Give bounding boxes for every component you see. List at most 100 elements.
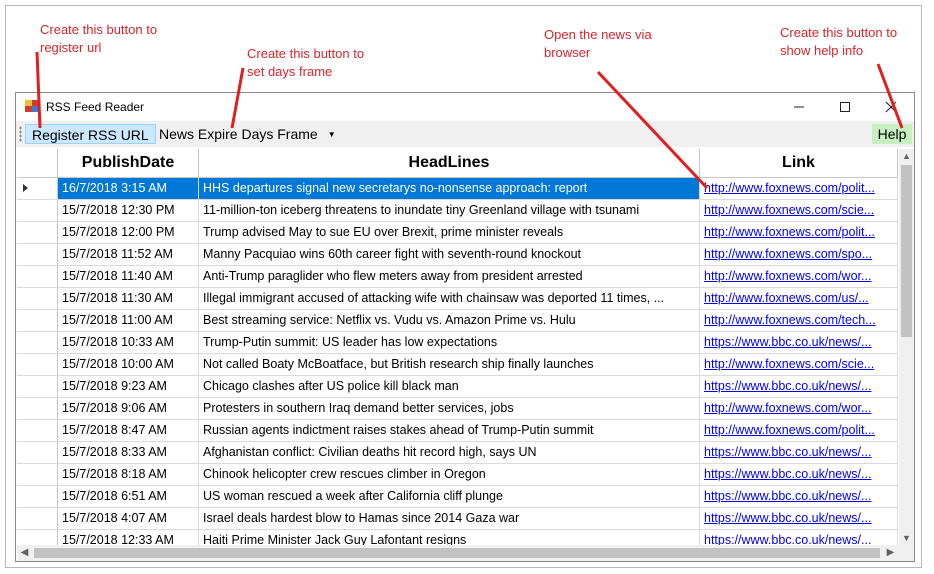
cell-publishdate[interactable]: 15/7/2018 9:23 AM bbox=[58, 376, 199, 397]
cell-publishdate[interactable]: 15/7/2018 8:47 AM bbox=[58, 420, 199, 441]
news-link[interactable]: https://www.bbc.co.uk/news/... bbox=[704, 379, 871, 393]
table-row[interactable]: 15/7/2018 9:06 AM Protesters in southern … bbox=[17, 398, 898, 420]
toolstrip-grip[interactable] bbox=[19, 126, 22, 142]
news-link[interactable]: http://www.foxnews.com/wor... bbox=[704, 269, 871, 283]
row-header[interactable] bbox=[17, 332, 58, 353]
news-link[interactable]: http://www.foxnews.com/spo... bbox=[704, 247, 872, 261]
cell-publishdate[interactable]: 15/7/2018 8:18 AM bbox=[58, 464, 199, 485]
news-link[interactable]: http://www.foxnews.com/tech... bbox=[704, 313, 876, 327]
register-rss-url-button[interactable]: Register RSS URL bbox=[25, 124, 156, 144]
row-header[interactable] bbox=[17, 530, 58, 545]
cell-headline[interactable]: Illegal immigrant accused of attacking w… bbox=[199, 288, 700, 309]
row-header[interactable] bbox=[17, 442, 58, 463]
news-expire-days-dropdown[interactable]: News Expire Days Frame ▼ bbox=[155, 124, 340, 144]
table-row[interactable]: 15/7/2018 10:00 AM Not called Boaty McBoa… bbox=[17, 354, 898, 376]
cell-headline[interactable]: Chinook helicopter crew rescues climber … bbox=[199, 464, 700, 485]
news-link[interactable]: http://www.foxnews.com/wor... bbox=[704, 401, 871, 415]
row-header[interactable] bbox=[17, 310, 58, 331]
table-row[interactable]: 15/7/2018 12:00 PM Trump advised May to s… bbox=[17, 222, 898, 244]
news-link[interactable]: https://www.bbc.co.uk/news/... bbox=[704, 533, 871, 545]
cell-publishdate[interactable]: 15/7/2018 11:30 AM bbox=[58, 288, 199, 309]
table-row[interactable]: 15/7/2018 4:07 AM Israel deals hardest bl… bbox=[17, 508, 898, 530]
row-header[interactable] bbox=[17, 398, 58, 419]
vertical-scroll-thumb[interactable] bbox=[901, 165, 912, 337]
cell-headline[interactable]: Trump advised May to sue EU over Brexit,… bbox=[199, 222, 700, 243]
cell-publishdate[interactable]: 15/7/2018 12:30 PM bbox=[58, 200, 199, 221]
column-header-headlines[interactable]: HeadLines bbox=[199, 149, 700, 177]
table-row[interactable]: 15/7/2018 10:33 AM Trump-Putin summit: US… bbox=[17, 332, 898, 354]
news-grid[interactable]: PublishDate HeadLines Link 16/7/2018 3:1… bbox=[17, 149, 898, 545]
cell-publishdate[interactable]: 15/7/2018 8:33 AM bbox=[58, 442, 199, 463]
cell-publishdate[interactable]: 15/7/2018 11:52 AM bbox=[58, 244, 199, 265]
news-link[interactable]: http://www.foxnews.com/polit... bbox=[704, 181, 875, 195]
help-button[interactable]: Help bbox=[872, 124, 912, 144]
table-row[interactable]: 15/7/2018 9:23 AM Chicago clashes after U… bbox=[17, 376, 898, 398]
news-link[interactable]: https://www.bbc.co.uk/news/... bbox=[704, 335, 871, 349]
minimize-button[interactable] bbox=[776, 93, 822, 121]
cell-headline[interactable]: Protesters in southern Iraq demand bette… bbox=[199, 398, 700, 419]
row-header[interactable] bbox=[17, 420, 58, 441]
row-header[interactable] bbox=[17, 266, 58, 287]
table-row[interactable]: 15/7/2018 8:47 AM Russian agents indictme… bbox=[17, 420, 898, 442]
news-link[interactable]: http://www.foxnews.com/polit... bbox=[704, 225, 875, 239]
row-header[interactable] bbox=[17, 288, 58, 309]
table-row[interactable]: 15/7/2018 11:52 AM Manny Pacquiao wins 60… bbox=[17, 244, 898, 266]
row-header[interactable] bbox=[17, 376, 58, 397]
news-link[interactable]: http://www.foxnews.com/polit... bbox=[704, 423, 875, 437]
row-header[interactable] bbox=[17, 244, 58, 265]
horizontal-scrollbar[interactable]: ◀ ▶ bbox=[17, 545, 899, 561]
cell-headline[interactable]: Chicago clashes after US police kill bla… bbox=[199, 376, 700, 397]
row-header[interactable] bbox=[17, 354, 58, 375]
table-row[interactable]: 15/7/2018 11:40 AM Anti-Trump paraglider … bbox=[17, 266, 898, 288]
cell-publishdate[interactable]: 15/7/2018 11:40 AM bbox=[58, 266, 199, 287]
cell-publishdate[interactable]: 15/7/2018 11:00 AM bbox=[58, 310, 199, 331]
cell-headline[interactable]: US woman rescued a week after California… bbox=[199, 486, 700, 507]
cell-headline[interactable]: Afghanistan conflict: Civilian deaths hi… bbox=[199, 442, 700, 463]
close-button[interactable] bbox=[868, 93, 914, 121]
table-row[interactable]: 15/7/2018 8:18 AM Chinook helicopter crew… bbox=[17, 464, 898, 486]
cell-publishdate[interactable]: 15/7/2018 6:51 AM bbox=[58, 486, 199, 507]
cell-headline[interactable]: Trump-Putin summit: US leader has low ex… bbox=[199, 332, 700, 353]
scroll-left-icon[interactable]: ◀ bbox=[17, 545, 32, 561]
table-row[interactable]: 15/7/2018 12:30 PM 11-million-ton iceberg… bbox=[17, 200, 898, 222]
row-header[interactable] bbox=[17, 486, 58, 507]
title-bar[interactable]: RSS Feed Reader bbox=[16, 93, 914, 121]
news-link[interactable]: http://www.foxnews.com/scie... bbox=[704, 357, 874, 371]
cell-headline[interactable]: Haiti Prime Minister Jack Guy Lafontant … bbox=[199, 530, 700, 545]
cell-headline[interactable]: Anti-Trump paraglider who flew meters aw… bbox=[199, 266, 700, 287]
maximize-button[interactable] bbox=[822, 93, 868, 121]
cell-publishdate[interactable]: 15/7/2018 4:07 AM bbox=[58, 508, 199, 529]
cell-publishdate[interactable]: 15/7/2018 9:06 AM bbox=[58, 398, 199, 419]
horizontal-scroll-thumb[interactable] bbox=[34, 548, 880, 558]
cell-headline[interactable]: 11-million-ton iceberg threatens to inun… bbox=[199, 200, 700, 221]
scroll-down-icon[interactable]: ▼ bbox=[899, 531, 914, 545]
table-row[interactable]: 15/7/2018 6:51 AM US woman rescued a week… bbox=[17, 486, 898, 508]
cell-headline[interactable]: Manny Pacquiao wins 60th career fight wi… bbox=[199, 244, 700, 265]
cell-headline[interactable]: Not called Boaty McBoatface, but British… bbox=[199, 354, 700, 375]
row-header[interactable] bbox=[17, 508, 58, 529]
cell-headline[interactable]: Israel deals hardest blow to Hamas since… bbox=[199, 508, 700, 529]
column-header-link[interactable]: Link bbox=[700, 149, 898, 177]
cell-publishdate[interactable]: 16/7/2018 3:15 AM bbox=[58, 178, 199, 199]
news-link[interactable]: http://www.foxnews.com/us/... bbox=[704, 291, 869, 305]
row-header[interactable] bbox=[17, 178, 58, 199]
table-row[interactable]: 15/7/2018 11:00 AM Best streaming service… bbox=[17, 310, 898, 332]
table-row[interactable]: 15/7/2018 12:33 AM Haiti Prime Minister J… bbox=[17, 530, 898, 545]
cell-publishdate[interactable]: 15/7/2018 10:00 AM bbox=[58, 354, 199, 375]
vertical-scrollbar[interactable]: ▲ ▼ bbox=[899, 149, 914, 545]
news-link[interactable]: https://www.bbc.co.uk/news/... bbox=[704, 445, 871, 459]
table-row[interactable]: 15/7/2018 8:33 AM Afghanistan conflict: C… bbox=[17, 442, 898, 464]
row-header[interactable] bbox=[17, 222, 58, 243]
table-row[interactable]: 15/7/2018 11:30 AM Illegal immigrant accu… bbox=[17, 288, 898, 310]
news-link[interactable]: https://www.bbc.co.uk/news/... bbox=[704, 489, 871, 503]
cell-publishdate[interactable]: 15/7/2018 10:33 AM bbox=[58, 332, 199, 353]
scroll-right-icon[interactable]: ▶ bbox=[883, 545, 898, 561]
row-header[interactable] bbox=[17, 464, 58, 485]
cell-publishdate[interactable]: 15/7/2018 12:33 AM bbox=[58, 530, 199, 545]
table-row[interactable]: 16/7/2018 3:15 AM HHS departures signal n… bbox=[17, 178, 898, 200]
scroll-up-icon[interactable]: ▲ bbox=[899, 149, 914, 163]
row-header[interactable] bbox=[17, 200, 58, 221]
news-link[interactable]: http://www.foxnews.com/scie... bbox=[704, 203, 874, 217]
news-link[interactable]: https://www.bbc.co.uk/news/... bbox=[704, 467, 871, 481]
news-link[interactable]: https://www.bbc.co.uk/news/... bbox=[704, 511, 871, 525]
